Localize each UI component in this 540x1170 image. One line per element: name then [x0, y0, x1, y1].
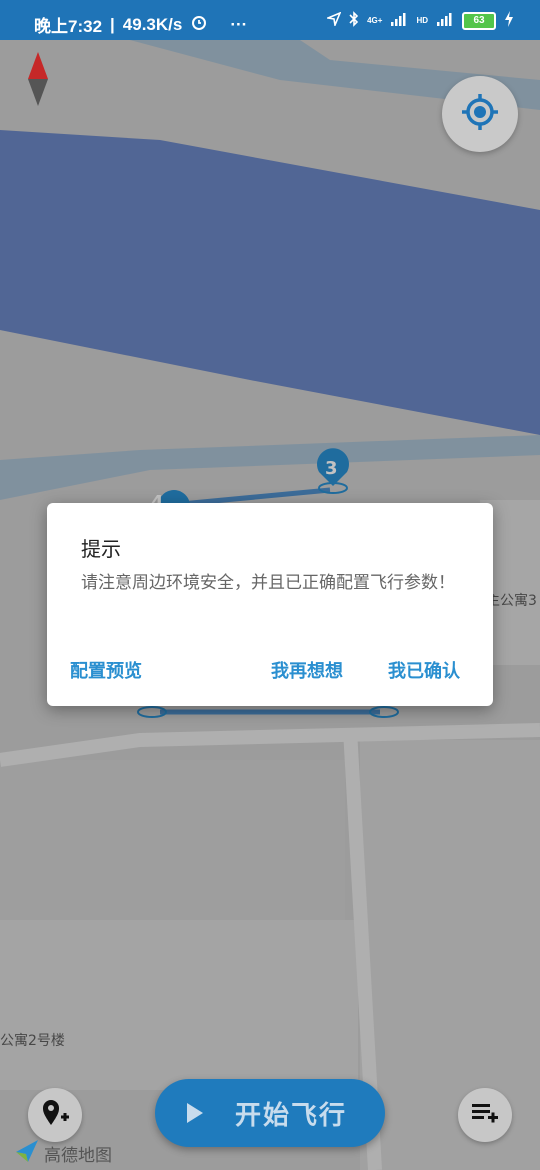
alarm-icon [190, 13, 208, 36]
add-waypoint-button[interactable] [28, 1088, 82, 1142]
crosshair-icon [460, 92, 500, 136]
status-divider: | [110, 14, 115, 34]
start-flight-button[interactable]: 开始飞行 [155, 1079, 385, 1147]
start-flight-label: 开始飞行 [235, 1100, 348, 1131]
status-bar: 晚上7:32 | 49.3K/s ··· 4G+ HD 63 [0, 0, 540, 40]
locate-button[interactable] [442, 76, 518, 152]
bluetooth-icon [349, 11, 359, 30]
alert-dialog: 提示 请注意周边环境安全，并且已正确配置飞行参数！ 配置预览 我再想想 我已确认 [47, 503, 493, 706]
dialog-message: 请注意周边环境安全，并且已正确配置飞行参数！ [81, 573, 455, 593]
location-arrow-icon [325, 11, 342, 29]
signal-icon-2 [436, 12, 454, 29]
reconsider-button[interactable]: 我再想想 [271, 657, 343, 683]
battery-indicator: 63 [462, 11, 496, 30]
amap-attribution-label: 高德地图 [44, 1146, 112, 1166]
hd-label: HD [416, 16, 428, 25]
signal-icon-1 [390, 12, 408, 29]
compass-icon[interactable] [26, 52, 50, 106]
playlist-add-icon [470, 1098, 500, 1132]
charging-icon [504, 11, 514, 30]
status-speed: 49.3K/s [122, 14, 183, 34]
amap-attribution: 高德地图 [14, 1138, 112, 1169]
network-label: 4G+ [367, 16, 383, 25]
add-location-icon [39, 1097, 71, 1133]
confirm-button[interactable]: 我已确认 [388, 657, 460, 683]
add-to-list-button[interactable] [458, 1088, 512, 1142]
play-icon [187, 1103, 203, 1123]
dialog-title: 提示 [81, 537, 121, 561]
status-time: 晚上7:32 [34, 17, 103, 36]
more-notifications-icon: ··· [230, 14, 248, 34]
amap-logo-icon [14, 1138, 40, 1169]
config-preview-button[interactable]: 配置预览 [70, 657, 142, 683]
